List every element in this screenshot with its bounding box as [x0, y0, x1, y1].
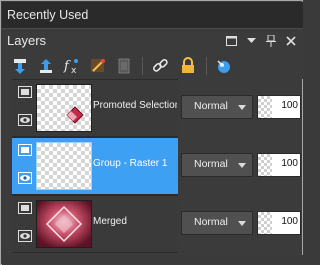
recently-used-bar[interactable]: Recently Used: [2, 2, 303, 29]
group-properties-icon[interactable]: [214, 56, 234, 76]
layer-name: Promoted Selection: [93, 100, 177, 111]
chevron-down-icon: [238, 163, 246, 168]
link-icon[interactable]: [150, 56, 170, 76]
opacity-preview: [258, 96, 272, 118]
blend-mode-value: Normal: [194, 216, 228, 228]
eye-icon[interactable]: [18, 230, 32, 242]
chevron-down-icon: [238, 105, 246, 110]
opacity-preview: [258, 154, 272, 176]
layer-list: Promoted Selection Normal 100 Group - Ra…: [2, 79, 303, 255]
brush-mask-icon[interactable]: [88, 56, 108, 76]
layer-controls: Normal 100: [179, 195, 303, 251]
layer-controls: Normal 100: [179, 79, 303, 135]
toolbar-separator: [206, 57, 207, 75]
disabled-layer-icon: [114, 56, 134, 76]
eye-icon[interactable]: [18, 114, 32, 126]
eye-icon[interactable]: [18, 172, 32, 184]
layers-toolbar: fx: [2, 53, 303, 79]
lock-icon[interactable]: [178, 56, 198, 76]
pin-icon[interactable]: [265, 34, 277, 48]
layers-palette-header: Layers: [2, 29, 303, 53]
layer-row-merged[interactable]: Merged: [12, 195, 178, 253]
layer-thumbnail: [36, 84, 92, 132]
new-raster-layer-icon[interactable]: [10, 56, 30, 76]
layers-palette-title: Layers: [7, 33, 47, 48]
opacity-field[interactable]: 100: [257, 211, 301, 235]
chevron-down-icon: [238, 221, 246, 226]
layer-type-icon: [18, 202, 32, 214]
layer-controls: Normal 100: [179, 137, 303, 193]
svg-text:f: f: [63, 59, 71, 74]
layer-type-icon: [18, 144, 32, 156]
blend-mode-select[interactable]: Normal: [181, 211, 253, 235]
panel-bottom-edge: [2, 255, 303, 265]
opacity-value: 100: [281, 158, 298, 169]
opacity-field[interactable]: 100: [257, 153, 301, 177]
svg-text:x: x: [71, 66, 77, 75]
layer-thumbnail: [36, 200, 92, 248]
opacity-preview: [258, 212, 272, 234]
opacity-value: 100: [281, 100, 298, 111]
recently-used-title: Recently Used: [7, 8, 89, 22]
layer-row-group-raster-1[interactable]: Group - Raster 1: [12, 137, 178, 195]
layer-name: Group - Raster 1: [93, 158, 168, 169]
blend-mode-value: Normal: [194, 100, 228, 112]
blend-mode-select[interactable]: Normal: [181, 153, 253, 177]
layer-thumbnail: [36, 142, 92, 190]
dropdown-icon[interactable]: [245, 34, 257, 48]
opacity-value: 100: [281, 216, 298, 227]
layers-panel: Recently Used Layers fx Promoted Selecti…: [0, 0, 303, 265]
blend-mode-value: Normal: [194, 158, 228, 170]
fx-effects-icon[interactable]: fx: [62, 56, 82, 76]
layer-row-promoted-selection[interactable]: Promoted Selection: [12, 79, 178, 137]
header-controls: [225, 33, 297, 49]
opacity-field[interactable]: 100: [257, 95, 301, 119]
layer-type-icon: [18, 86, 32, 98]
layer-name: Merged: [93, 216, 127, 227]
close-icon[interactable]: [285, 34, 297, 48]
blend-mode-select[interactable]: Normal: [181, 95, 253, 119]
new-vector-layer-icon[interactable]: [36, 56, 56, 76]
toolbar-separator: [142, 57, 143, 75]
maximize-icon[interactable]: [225, 34, 237, 48]
